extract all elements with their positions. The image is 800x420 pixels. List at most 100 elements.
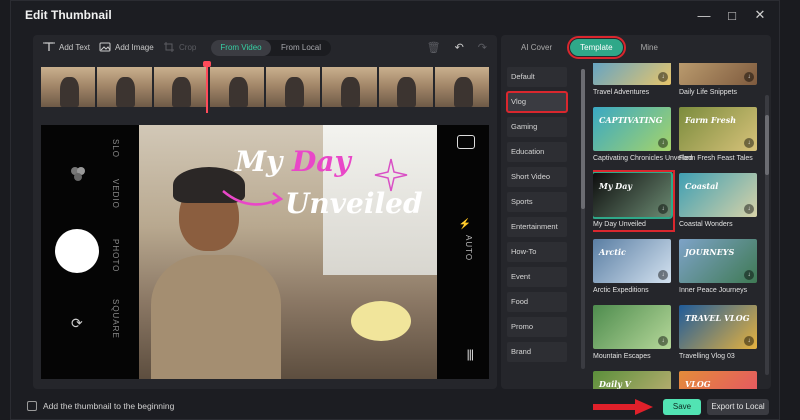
template-tile[interactable]: ↓ Daily Life Snippets bbox=[679, 63, 757, 96]
tab-from-video[interactable]: From Video bbox=[211, 40, 271, 56]
template-tile[interactable]: VLOG↓ bbox=[679, 371, 757, 389]
template-name: Arctic Expeditions bbox=[593, 287, 649, 294]
overlay-title-my: My bbox=[235, 145, 293, 178]
template-tile[interactable]: My Day ↓ My Day Unveiled bbox=[593, 170, 675, 232]
tab-ai-cover[interactable]: AI Cover bbox=[511, 39, 562, 56]
category-brand[interactable]: Brand bbox=[507, 342, 567, 362]
add-text-label: Add Text bbox=[59, 42, 90, 52]
crop-button[interactable]: Crop bbox=[163, 41, 196, 53]
filmstrip-frame bbox=[266, 67, 321, 107]
rotate-camera-icon: ⟳ bbox=[71, 315, 83, 331]
template-thumbnail: Daily V↓ bbox=[593, 371, 671, 389]
menu-bars-icon: ||| bbox=[466, 347, 474, 361]
template-name: Farm Fresh Feast Tales bbox=[679, 155, 753, 162]
download-icon[interactable]: ↓ bbox=[658, 72, 668, 82]
flash-auto-label: AUTO bbox=[464, 235, 473, 262]
tab-template[interactable]: Template bbox=[567, 36, 626, 59]
template-tile[interactable]: Daily V↓ bbox=[593, 371, 671, 389]
template-thumbnail-text: VLOG bbox=[685, 379, 711, 389]
template-thumbnail: ↓ bbox=[679, 63, 757, 85]
category-gaming[interactable]: Gaming bbox=[507, 117, 567, 137]
save-button[interactable]: Save bbox=[663, 399, 701, 415]
download-icon[interactable]: ↓ bbox=[744, 336, 754, 346]
template-tile[interactable]: CAPTIVATING ↓ Captivating Chronicles Unvei… bbox=[593, 107, 692, 162]
template-thumbnail: Farm Fresh ↓ bbox=[679, 107, 757, 151]
text-icon bbox=[43, 42, 55, 51]
template-tile[interactable]: Arctic ↓ Arctic Expeditions bbox=[593, 239, 671, 294]
category-list: Default Vlog Gaming Education Short Vide… bbox=[506, 67, 568, 367]
maximize-button[interactable]: □ bbox=[721, 5, 743, 25]
template-tile[interactable]: ↓ Mountain Escapes bbox=[593, 305, 671, 360]
redo-icon[interactable]: ↷ bbox=[478, 41, 487, 54]
overlay-title-day: Day bbox=[292, 145, 351, 178]
video-filmstrip[interactable] bbox=[41, 67, 489, 107]
add-image-button[interactable]: Add Image bbox=[99, 41, 154, 53]
template-tile[interactable]: Farm Fresh ↓ Farm Fresh Feast Tales bbox=[679, 107, 757, 162]
close-button[interactable]: ✕ bbox=[749, 5, 771, 25]
filmstrip-frame bbox=[209, 67, 264, 107]
category-food[interactable]: Food bbox=[507, 292, 567, 312]
add-to-beginning-label: Add the thumbnail to the beginning bbox=[43, 401, 175, 411]
category-short-video[interactable]: Short Video bbox=[507, 167, 567, 187]
filmstrip-frame bbox=[153, 67, 208, 107]
category-how-to[interactable]: How-To bbox=[507, 242, 567, 262]
add-text-button[interactable]: Add Text bbox=[43, 41, 90, 53]
template-thumbnail-text: TRAVEL VLOG bbox=[685, 313, 750, 323]
minimize-button[interactable]: — bbox=[693, 5, 715, 25]
delete-icon[interactable]: 🗑 bbox=[427, 41, 441, 54]
category-entertainment[interactable]: Entertainment bbox=[507, 217, 567, 237]
template-tile[interactable]: Coastal ↓ Coastal Wonders bbox=[679, 173, 757, 228]
download-icon[interactable]: ↓ bbox=[658, 336, 668, 346]
template-thumbnail-text: Coastal bbox=[685, 181, 719, 191]
template-thumbnail: Coastal ↓ bbox=[679, 173, 757, 217]
template-thumbnail: ↓ bbox=[593, 305, 671, 349]
download-icon[interactable]: ↓ bbox=[744, 270, 754, 280]
template-name: Inner Peace Journeys bbox=[679, 287, 748, 294]
tab-from-local[interactable]: From Local bbox=[271, 40, 331, 56]
filmstrip-playhead[interactable] bbox=[203, 61, 211, 113]
download-icon[interactable]: ↓ bbox=[658, 138, 668, 148]
camera-mode-label: SQUARE bbox=[111, 299, 120, 339]
crop-label: Crop bbox=[179, 42, 197, 52]
filter-dots-icon bbox=[71, 167, 85, 181]
overlay-title-line1[interactable]: My Day bbox=[235, 145, 351, 178]
template-thumbnail-text: CAPTIVATING bbox=[599, 115, 663, 125]
undo-icon[interactable]: ↶ bbox=[455, 41, 464, 54]
category-education[interactable]: Education bbox=[507, 142, 567, 162]
red-arrow-icon bbox=[593, 399, 653, 415]
template-tile[interactable]: ↓ Travel Adventures bbox=[593, 63, 671, 96]
gallery-icon bbox=[457, 135, 475, 149]
category-sports[interactable]: Sports bbox=[507, 192, 567, 212]
template-scrollbar[interactable] bbox=[765, 95, 769, 375]
overlay-title-line2[interactable]: Unveiled bbox=[285, 187, 423, 220]
category-default[interactable]: Default bbox=[507, 67, 567, 87]
template-panel: AI Cover Template Mine Default Vlog Gami… bbox=[501, 35, 771, 389]
tab-mine[interactable]: Mine bbox=[631, 39, 668, 56]
template-thumbnail: JOURNEYS ↓ bbox=[679, 239, 757, 283]
template-tile[interactable]: JOURNEYS ↓ Inner Peace Journeys bbox=[679, 239, 757, 294]
template-thumbnail: Arctic ↓ bbox=[593, 239, 671, 283]
template-tile[interactable]: TRAVEL VLOG ↓ Travelling Vlog 03 bbox=[679, 305, 757, 360]
editor-toolbar: Add Text Add Image Crop From Video From … bbox=[33, 35, 497, 61]
template-name: Daily Life Snippets bbox=[679, 89, 737, 96]
camera-mode-label: SLO bbox=[111, 139, 120, 159]
add-to-beginning-option[interactable]: Add the thumbnail to the beginning bbox=[27, 401, 174, 411]
category-promo[interactable]: Promo bbox=[507, 317, 567, 337]
category-scrollbar[interactable] bbox=[581, 69, 585, 369]
dialog-footer: Add the thumbnail to the beginning Save … bbox=[11, 395, 779, 419]
template-grid: ↓ Travel Adventures ↓ Daily Life Snippets CA… bbox=[593, 63, 759, 389]
add-image-label: Add Image bbox=[115, 42, 154, 52]
template-thumbnail-text: Arctic bbox=[599, 247, 626, 257]
add-to-beginning-checkbox[interactable] bbox=[27, 401, 37, 411]
download-icon[interactable]: ↓ bbox=[744, 72, 754, 82]
camera-controls-left: ⟳ SLO VEDIO PHOTO SQUARE bbox=[41, 125, 139, 379]
category-event[interactable]: Event bbox=[507, 267, 567, 287]
flash-icon: ⚡ bbox=[458, 219, 471, 230]
thumbnail-preview[interactable]: ⟳ SLO VEDIO PHOTO SQUARE My Day Unveiled… bbox=[41, 125, 489, 379]
category-vlog[interactable]: Vlog bbox=[506, 91, 568, 113]
download-icon[interactable]: ↓ bbox=[744, 138, 754, 148]
download-icon[interactable]: ↓ bbox=[744, 204, 754, 214]
export-to-local-button[interactable]: Export to Local bbox=[707, 399, 769, 415]
filmstrip-frame bbox=[434, 67, 489, 107]
download-icon[interactable]: ↓ bbox=[658, 270, 668, 280]
